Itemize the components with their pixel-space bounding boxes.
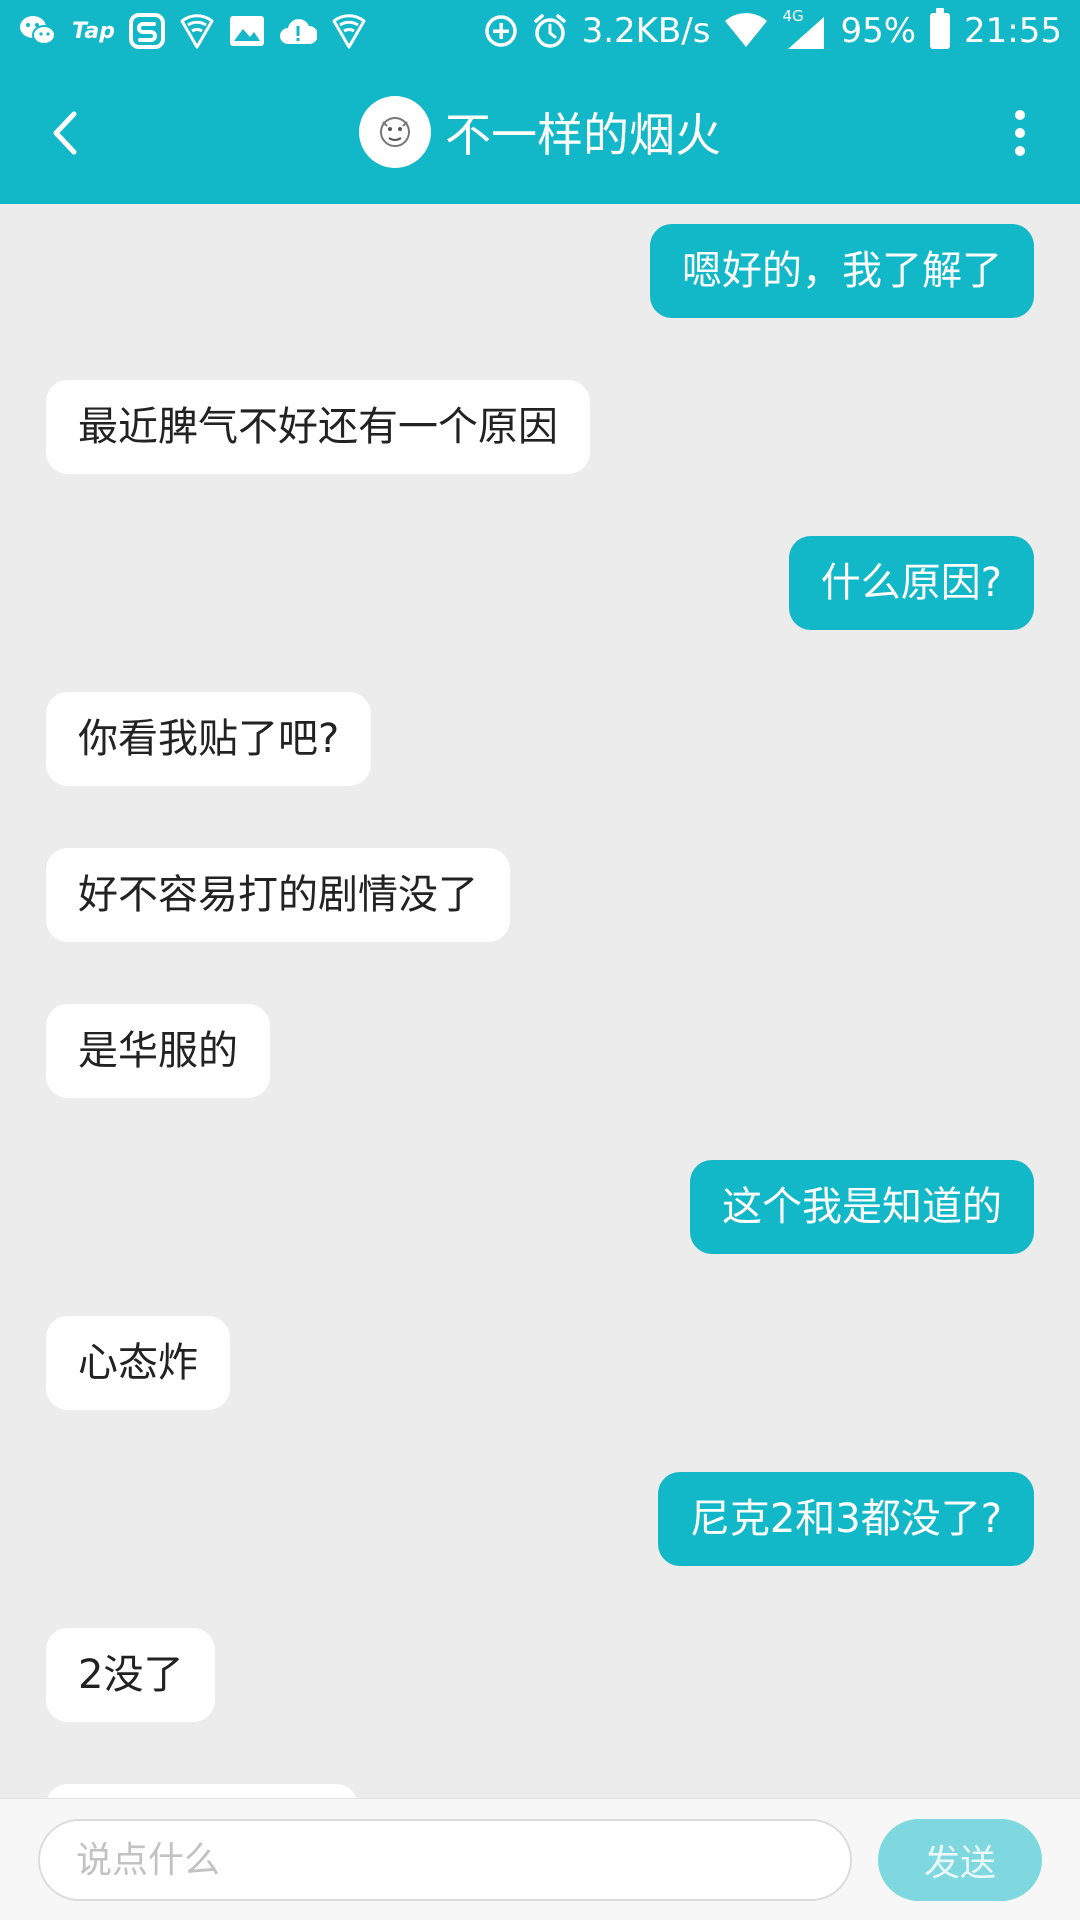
message-row: 尼克2和3都没了? bbox=[0, 1472, 1080, 1566]
chat-title: 不一样的烟火 bbox=[445, 108, 721, 162]
more-options-button[interactable] bbox=[1000, 100, 1040, 166]
network-speed: 3.2KB/s bbox=[581, 11, 711, 51]
message-row: 是华服的 bbox=[0, 1004, 1080, 1098]
message-row: 什么原因? bbox=[0, 536, 1080, 630]
send-button[interactable]: 发送 bbox=[878, 1819, 1042, 1901]
status-right-icons: 3.2KB/s 4G 95% 21:55 bbox=[484, 7, 1062, 51]
message-row: 你看我贴了吧? bbox=[0, 692, 1080, 786]
status-bar: Tap 3.2KB/s 4G 95% 21:55 bbox=[0, 0, 1080, 62]
cellular-signal-icon: 4G bbox=[782, 7, 826, 51]
incoming-message-partial[interactable] bbox=[46, 1784, 358, 1798]
message-list[interactable]: 嗯好的，我了解了 最近脾气不好还有一个原因 什么原因? 你看我贴了吧? 好不容易… bbox=[0, 204, 1080, 1798]
message-row: 这个我是知道的 bbox=[0, 1160, 1080, 1254]
wechat-icon bbox=[18, 14, 58, 48]
incoming-message[interactable]: 是华服的 bbox=[46, 1004, 270, 1098]
message-row: 嗯好的，我了解了 bbox=[0, 224, 1080, 318]
chat-header: 不一样的烟火 bbox=[0, 62, 1080, 204]
message-row: 2没了 bbox=[0, 1628, 1080, 1722]
message-row: 好不容易打的剧情没了 bbox=[0, 848, 1080, 942]
battery-percent: 95% bbox=[840, 11, 917, 51]
contact-avatar[interactable] bbox=[359, 96, 431, 168]
message-row: 最近脾气不好还有一个原因 bbox=[0, 380, 1080, 474]
outgoing-message[interactable]: 嗯好的，我了解了 bbox=[650, 224, 1034, 318]
avatar-face-icon bbox=[380, 117, 410, 147]
wifi-icon bbox=[724, 13, 768, 49]
chat-title-group: 不一样的烟火 bbox=[0, 96, 1080, 168]
message-input[interactable] bbox=[38, 1819, 852, 1901]
more-vertical-icon bbox=[1015, 128, 1025, 138]
image-icon bbox=[229, 15, 265, 47]
status-left-icons: Tap bbox=[18, 13, 367, 49]
wifi-shield-icon bbox=[179, 13, 215, 49]
chat-screen: Tap 3.2KB/s 4G 95% 21:55 不一样的烟火 嗯好的，我了解了… bbox=[0, 0, 1080, 1920]
message-row-partial bbox=[0, 1784, 1080, 1798]
outgoing-message[interactable]: 尼克2和3都没了? bbox=[657, 1472, 1034, 1566]
clock: 21:55 bbox=[964, 11, 1062, 51]
cloud-alert-icon bbox=[279, 16, 317, 46]
battery-icon bbox=[930, 8, 951, 49]
outgoing-message[interactable]: 什么原因? bbox=[788, 536, 1034, 630]
incoming-message[interactable]: 最近脾气不好还有一个原因 bbox=[46, 380, 590, 474]
more-vertical-icon bbox=[1015, 146, 1025, 156]
message-row: 心态炸 bbox=[0, 1316, 1080, 1410]
wifi-shield-icon bbox=[331, 13, 367, 49]
data-saver-icon bbox=[484, 14, 518, 48]
more-vertical-icon bbox=[1015, 110, 1025, 120]
incoming-message[interactable]: 好不容易打的剧情没了 bbox=[46, 848, 510, 942]
incoming-message[interactable]: 你看我贴了吧? bbox=[46, 692, 372, 786]
tap-icon: Tap bbox=[72, 18, 115, 44]
incoming-message[interactable]: 心态炸 bbox=[46, 1316, 230, 1410]
alarm-icon bbox=[532, 13, 568, 49]
outgoing-message[interactable]: 这个我是知道的 bbox=[690, 1160, 1034, 1254]
incoming-message[interactable]: 2没了 bbox=[46, 1628, 216, 1722]
composer-bar: 发送 bbox=[0, 1798, 1080, 1920]
s-app-icon bbox=[129, 13, 165, 49]
